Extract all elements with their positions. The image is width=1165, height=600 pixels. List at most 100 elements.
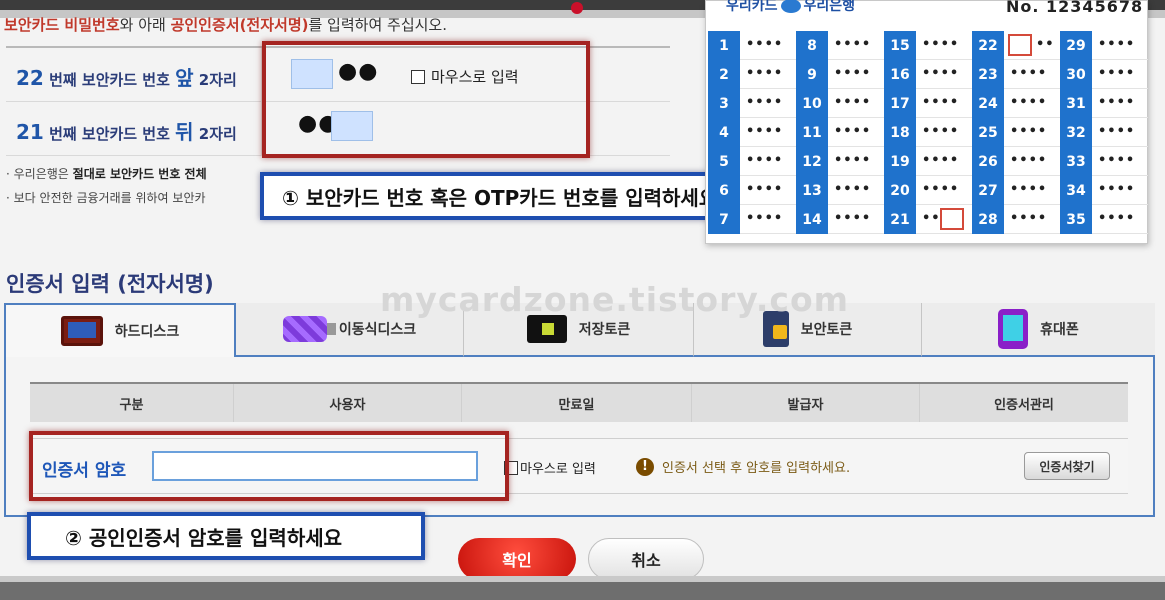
card-cell-number: 7 [708, 205, 740, 234]
card-index-number: 21 [16, 120, 44, 144]
card-cell-value: •••• [746, 66, 784, 81]
card-cell-number: 24 [972, 89, 1004, 118]
certificate-mouse-input-checkbox[interactable]: 마우스로 입력 [504, 458, 596, 477]
card-cell: 16 •••• [884, 60, 972, 89]
tab-label: 휴대폰 [1040, 322, 1079, 338]
instruction-text: 보안카드 비밀번호와 아래 공인인증서(전자서명)를 입력하여 주십시오. [4, 14, 447, 35]
card-cell: 27 •••• [972, 176, 1060, 205]
card-cell-value: •••• [1098, 37, 1136, 52]
tab-label: 보안토큰 [800, 322, 853, 338]
storage-token-icon [526, 315, 567, 343]
card-cell-number: 11 [796, 118, 828, 147]
security-card: 우리카드 우리은행 No. 12345678 1 •••• 2 •••• 3 •••• 4 ••… [705, 0, 1148, 244]
instruction-suffix: 를 입력하여 주십시오. [308, 16, 447, 34]
card-serial-number: No. 12345678 [1006, 0, 1144, 16]
instruction-certificate: 공인인증서(전자서명) [170, 16, 309, 34]
column-header: 만료일 [462, 384, 692, 422]
card-cell-value: •••• [1098, 95, 1136, 110]
card-cell-value: •••• [1010, 182, 1048, 197]
certificate-hint: ! 인증서 선택 후 암호를 입력하세요. [636, 457, 850, 476]
card-cell: 23 •••• [972, 60, 1060, 89]
card-cell: 2 •••• [708, 60, 796, 89]
label-text: 번째 보안카드 번호 [43, 125, 176, 143]
bank-logo-icon [780, 0, 801, 13]
card-column: 29 •••• 30 •••• 31 •••• 32 •••• 33 •••• 34 •••• 35 ••… [1060, 31, 1148, 234]
bank-name: 우리은행 [803, 0, 856, 14]
card-cell: 8 •••• [796, 31, 884, 60]
label-emphasis: 뒤 [175, 120, 194, 144]
card-cell-value: •••• [746, 95, 784, 110]
card-cell: 9 •••• [796, 60, 884, 89]
card-cell: 3 •••• [708, 89, 796, 118]
tab-mobile-phone[interactable]: 휴대폰 [922, 303, 1155, 357]
confirm-button[interactable]: 확인 [458, 538, 576, 580]
card-cell-number: 27 [972, 176, 1004, 205]
card-cell-number: 23 [972, 60, 1004, 89]
card-cell-number: 10 [796, 89, 828, 118]
card-cell: 24 •••• [972, 89, 1060, 118]
card-cell: 4 •••• [708, 118, 796, 147]
column-header: 사용자 [234, 384, 462, 422]
tab-hard-disk[interactable]: 하드디스크 [4, 303, 236, 357]
highlight-frame-security-code [262, 41, 590, 158]
card-cell: 14 •••• [796, 205, 884, 234]
card-cell-number: 26 [972, 147, 1004, 176]
card-cell-value: •••• [1010, 66, 1048, 81]
tab-label: 저장토큰 [578, 322, 631, 338]
highlight-mark [940, 208, 964, 230]
card-cell-number: 19 [884, 147, 916, 176]
card-cell: 29 •••• [1060, 31, 1148, 60]
note-line-2: · 보다 안전한 금융거래를 위하여 보안카 [6, 191, 206, 205]
card-cell-number: 33 [1060, 147, 1092, 176]
card-cell-value: •••• [1098, 211, 1136, 226]
card-column: 8 •••• 9 •••• 10 •••• 11 •••• 12 •••• 13 •••• 14 •••• [796, 31, 884, 234]
card-cell-value: •••• [834, 37, 872, 52]
cancel-button[interactable]: 취소 [588, 538, 704, 580]
card-cell-number: 13 [796, 176, 828, 205]
card-cell-number: 32 [1060, 118, 1092, 147]
card-cell-number: 31 [1060, 89, 1092, 118]
label-text: 번째 보안카드 번호 [43, 71, 176, 89]
card-cell: 5 •••• [708, 147, 796, 176]
card-cell-value: •••• [922, 66, 960, 81]
note-bold: 절대로 보안카드 번호 전체 [72, 167, 207, 181]
card-cell-number: 17 [884, 89, 916, 118]
card-cell-value: •••• [834, 66, 872, 81]
card-cell-value: •••• [922, 37, 960, 52]
certificate-section-title: 인증서 입력 (전자서명) [6, 272, 214, 296]
card-cell-value: •• [1008, 34, 1055, 56]
card-cell: 18 •••• [884, 118, 972, 147]
note-line-1: · 우리은행은 절대로 보안카드 번호 전체 [6, 162, 207, 186]
card-column: 1 •••• 2 •••• 3 •••• 4 •••• 5 •••• 6 •••• 7 •••• [708, 31, 796, 234]
card-cell: 22 •• [972, 31, 1060, 60]
card-cell-number: 25 [972, 118, 1004, 147]
tab-label: 이동식디스크 [338, 322, 417, 338]
card-cell-number: 16 [884, 60, 916, 89]
security-code-label-back: 21 번째 보안카드 번호 뒤 2자리 [16, 116, 237, 145]
card-cell-number: 4 [708, 118, 740, 147]
card-cell: 26 •••• [972, 147, 1060, 176]
card-cell-number: 20 [884, 176, 916, 205]
card-cell-number: 2 [708, 60, 740, 89]
card-cell-number: 21 [884, 205, 916, 234]
card-cell-number: 29 [1060, 31, 1092, 60]
usb-drive-icon [282, 316, 336, 342]
card-cell-value: •••• [1098, 124, 1136, 139]
card-cell: 12 •••• [796, 147, 884, 176]
card-cell-number: 30 [1060, 60, 1092, 89]
card-cell-value: •••• [1010, 211, 1048, 226]
card-column: 22 •• 23 •••• 24 •••• 25 •••• 26 •••• 27 •••• 28 •••• [972, 31, 1060, 234]
card-cell-value: •••• [922, 124, 960, 139]
card-cell-value: •••• [1010, 124, 1048, 139]
card-cell-value: •••• [1010, 153, 1048, 168]
card-cell: 11 •••• [796, 118, 884, 147]
hint-text: 인증서 선택 후 암호를 입력하세요. [662, 461, 851, 476]
callout-step-2: ② 공인인증서 암호를 입력하세요 [27, 512, 425, 560]
card-cell-value: •••• [834, 124, 872, 139]
find-certificate-button[interactable]: 인증서찾기 [1024, 452, 1110, 480]
card-cell: 32 •••• [1060, 118, 1148, 147]
card-cell-number: 8 [796, 31, 828, 60]
card-cell-value: •••• [834, 182, 872, 197]
card-cell-value: •••• [922, 153, 960, 168]
mobile-phone-icon [998, 309, 1029, 349]
